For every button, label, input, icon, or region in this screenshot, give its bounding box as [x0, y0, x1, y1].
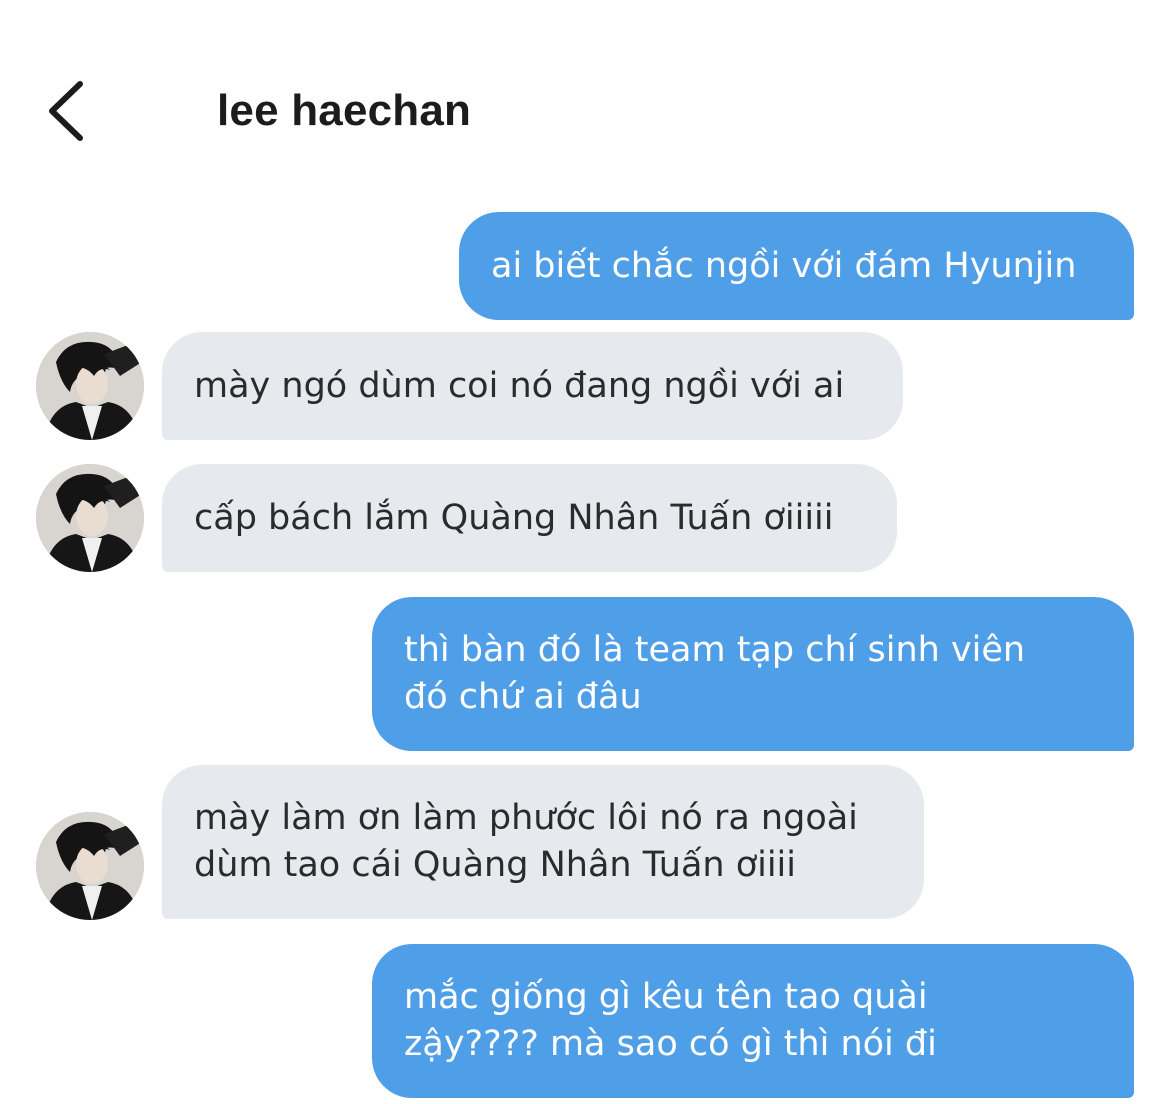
incoming-message[interactable]: mày làm ơn làm phước lôi nó ra ngoài dùm… [162, 765, 924, 919]
incoming-message[interactable]: cấp bách lắm Quàng Nhân Tuấn ơiiiii [162, 464, 897, 572]
message-text: ai biết chắc ngồi với đám Hyunjin [491, 246, 1077, 286]
avatar-image [36, 812, 144, 920]
message-text-line-2: zậy???? mà sao có gì thì nói đi [404, 1024, 937, 1064]
message-text-line-1: mắc giống gì kêu tên tao quài [404, 977, 928, 1017]
contact-name: lee haechan [217, 86, 472, 135]
message-text: cấp bách lắm Quàng Nhân Tuấn ơiiiii [194, 498, 834, 538]
incoming-message[interactable]: mày ngó dùm coi nó đang ngồi với ai [162, 332, 903, 440]
chat-header: lee haechan [0, 0, 1169, 180]
back-button[interactable] [38, 74, 98, 148]
contact-avatar[interactable] [36, 332, 144, 440]
message-text-line-2: dùm tao cái Quàng Nhân Tuấn ơiiii [194, 845, 797, 885]
avatar-image [36, 464, 144, 572]
contact-avatar[interactable] [36, 812, 144, 920]
contact-avatar[interactable] [36, 464, 144, 572]
avatar-image [36, 332, 144, 440]
outgoing-message[interactable]: ai biết chắc ngồi với đám Hyunjin [459, 212, 1134, 320]
message-text-line-2: đó chứ ai đâu [404, 677, 642, 717]
message-text: mày ngó dùm coi nó đang ngồi với ai [194, 366, 845, 406]
message-text-line-1: thì bàn đó là team tạp chí sinh viên [404, 630, 1026, 670]
outgoing-message[interactable]: mắc giống gì kêu tên tao quài zậy???? mà… [372, 944, 1134, 1098]
chevron-left-icon [49, 81, 83, 141]
message-text-line-1: mày làm ơn làm phước lôi nó ra ngoài [194, 798, 858, 838]
outgoing-message[interactable]: thì bàn đó là team tạp chí sinh viên đó … [372, 597, 1134, 751]
